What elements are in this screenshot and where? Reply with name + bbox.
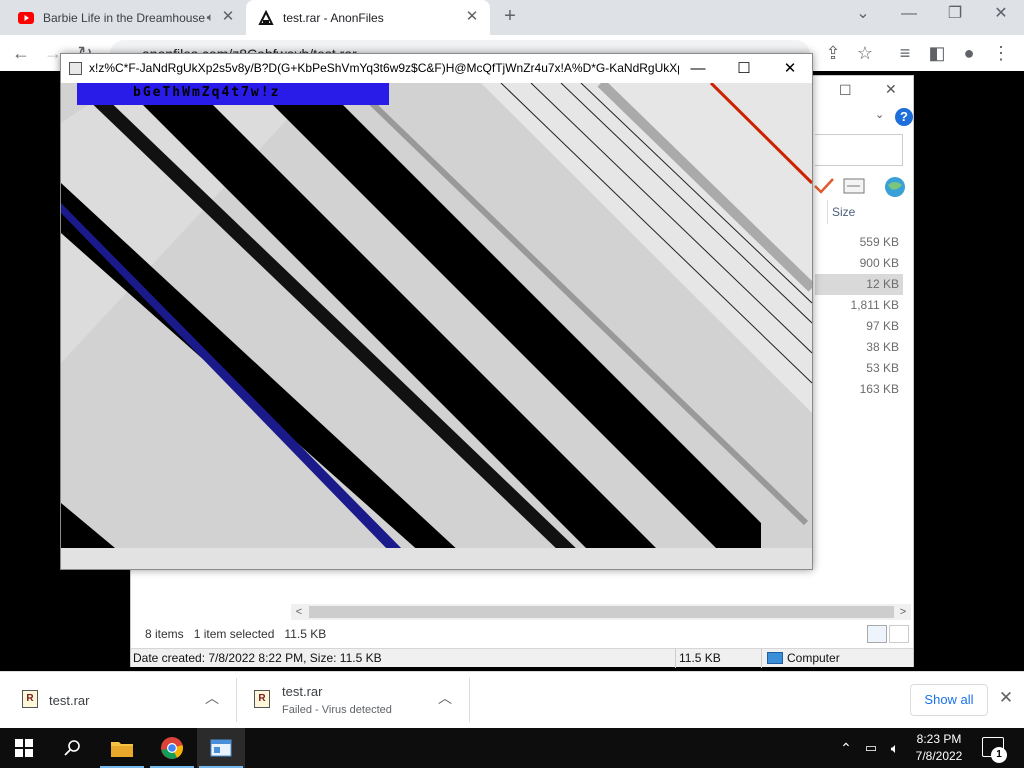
download-filename: test.rar — [282, 684, 323, 699]
large-icons-view-icon[interactable] — [889, 625, 909, 643]
scrollbar-thumb[interactable] — [309, 606, 894, 618]
profile-avatar-icon[interactable]: ● — [956, 40, 982, 66]
download-filename: test.rar — [49, 693, 90, 708]
selection-count: 1 item selected — [193, 627, 275, 641]
minimize-button[interactable]: — — [675, 54, 721, 83]
status-bar: 8 items 1 item selected 11.5 KB — [131, 621, 913, 647]
glitch-text-bar: bGeThWmZq4t7w!z — [77, 83, 389, 105]
size-column-header[interactable]: Size — [827, 200, 905, 224]
share-icon[interactable]: ⇪ — [820, 40, 846, 66]
app-window-icon — [210, 739, 232, 757]
menu-kebab-icon[interactable]: ⋮ — [988, 40, 1014, 66]
close-icon[interactable]: ✕ — [996, 688, 1016, 708]
scroll-left-icon[interactable]: < — [291, 604, 307, 620]
horizontal-scrollbar[interactable]: < > — [291, 604, 911, 620]
download-status: Failed - Virus detected — [282, 704, 392, 716]
chevron-down-icon[interactable]: ⌄ — [875, 108, 884, 121]
details-size: 11.5 KB — [679, 651, 721, 665]
file-size-cell[interactable]: 1,811 KB — [815, 295, 903, 316]
close-window-button[interactable]: ✕ — [978, 0, 1024, 30]
anonfiles-icon — [258, 9, 274, 25]
selection-size: 11.5 KB — [284, 627, 327, 641]
downloads-bar: R test.rar ︿ R test.rar Failed - Virus d… — [0, 671, 1024, 728]
rar-window-title: x!z%C*F-JaNdRgUkXp2s5v8y/B?D(G+KbPeShVmY… — [89, 61, 679, 75]
search-input[interactable] — [815, 134, 903, 166]
chrome-icon — [161, 737, 183, 759]
tab-strip: Barbie Life in the Dreamhouse 🔈︎ ✕ test.… — [0, 0, 1024, 35]
rar-title-bar[interactable]: x!z%C*F-JaNdRgUkXp2s5v8y/B?D(G+KbPeShVmY… — [61, 54, 812, 83]
search-button[interactable] — [48, 728, 96, 768]
file-size-cell[interactable]: 163 KB — [815, 379, 903, 400]
date-created-text: Date created: 7/8/2022 8:22 PM, Size: 11… — [133, 651, 382, 665]
rar-window: x!z%C*F-JaNdRgUkXp2s5v8y/B?D(G+KbPeShVmY… — [60, 53, 813, 570]
rar-file-icon: R — [22, 690, 38, 708]
bookmark-star-icon[interactable]: ☆ — [852, 40, 878, 66]
restore-button[interactable]: ❐ — [932, 0, 978, 30]
taskbar: ⌃ ▭ 🔈︎ 8:23 PM 7/8/2022 1 — [0, 728, 1024, 768]
scroll-right-icon[interactable]: > — [895, 604, 911, 620]
maximize-button[interactable]: ☐ — [839, 82, 852, 99]
start-button[interactable] — [0, 728, 48, 768]
new-tab-button[interactable]: + — [498, 5, 522, 29]
close-tab-icon[interactable]: ✕ — [220, 9, 236, 25]
globe-icon[interactable] — [883, 175, 907, 197]
search-icon — [64, 740, 80, 756]
taskbar-file-explorer[interactable] — [98, 728, 146, 768]
rar-file-icon: R — [254, 690, 270, 708]
media-control-icon[interactable]: ≡ — [892, 40, 918, 66]
checkmark-icon[interactable] — [813, 176, 835, 196]
notification-badge: 1 — [991, 747, 1007, 763]
youtube-icon — [18, 11, 34, 24]
maximize-button[interactable]: ☐ — [721, 54, 767, 83]
details-bar: Date created: 7/8/2022 8:22 PM, Size: 11… — [131, 648, 913, 668]
item-count: 8 items — [145, 627, 184, 641]
help-icon[interactable]: ? — [895, 108, 913, 126]
file-size-cell[interactable]: 97 KB — [815, 316, 903, 337]
tab-title: Barbie Life in the Dreamhouse — [43, 10, 206, 25]
window-icon — [69, 62, 82, 75]
chevron-up-icon[interactable]: ︿ — [202, 688, 222, 708]
file-size-cell[interactable]: 38 KB — [815, 337, 903, 358]
file-size-cell[interactable]: 900 KB — [815, 253, 903, 274]
clock[interactable]: 8:23 PM 7/8/2022 — [906, 731, 972, 765]
chevron-up-icon[interactable]: ⌃ — [836, 728, 856, 768]
location-text: Computer — [787, 651, 840, 665]
tab-title: test.rar - AnonFiles — [283, 10, 384, 25]
download-item[interactable]: R test.rar Failed - Virus detected ︿ — [237, 672, 469, 729]
tab-search-icon[interactable]: ⌄ — [840, 0, 886, 30]
show-all-button[interactable]: Show all — [910, 684, 988, 716]
chevron-up-icon[interactable]: ︿ — [435, 688, 455, 708]
file-size-cell[interactable]: 53 KB — [815, 358, 903, 379]
minimize-button[interactable]: — — [886, 0, 932, 30]
side-panel-icon[interactable]: ◧ — [924, 40, 950, 66]
back-icon[interactable]: ← — [8, 40, 34, 66]
speaker-icon[interactable]: 🔈︎ — [207, 10, 214, 25]
taskbar-chrome[interactable] — [148, 728, 196, 768]
divider — [469, 678, 470, 722]
tab-anonfiles[interactable]: test.rar - AnonFiles ✕ — [246, 0, 490, 35]
glitched-render-area — [61, 83, 812, 569]
network-icon[interactable]: ▭ — [860, 728, 882, 768]
close-button[interactable]: ✕ — [885, 81, 897, 98]
close-button[interactable]: ✕ — [767, 54, 812, 83]
download-item[interactable]: R test.rar ︿ — [0, 672, 236, 729]
file-size-cell[interactable]: 12 KB — [815, 274, 903, 295]
file-size-cell[interactable]: 559 KB — [815, 232, 903, 253]
envelope-icon[interactable] — [843, 178, 865, 194]
tab-youtube[interactable]: Barbie Life in the Dreamhouse 🔈︎ ✕ — [8, 0, 246, 35]
taskbar-rar-app[interactable] — [197, 728, 245, 768]
clock-time: 8:23 PM — [916, 732, 962, 746]
windows-logo-icon — [15, 739, 33, 757]
clock-date: 7/8/2022 — [915, 749, 963, 763]
close-tab-icon[interactable]: ✕ — [464, 9, 480, 25]
folder-icon — [111, 742, 133, 757]
computer-icon — [767, 652, 783, 664]
volume-icon[interactable]: 🔈︎ — [884, 728, 906, 768]
details-view-icon[interactable] — [867, 625, 887, 643]
